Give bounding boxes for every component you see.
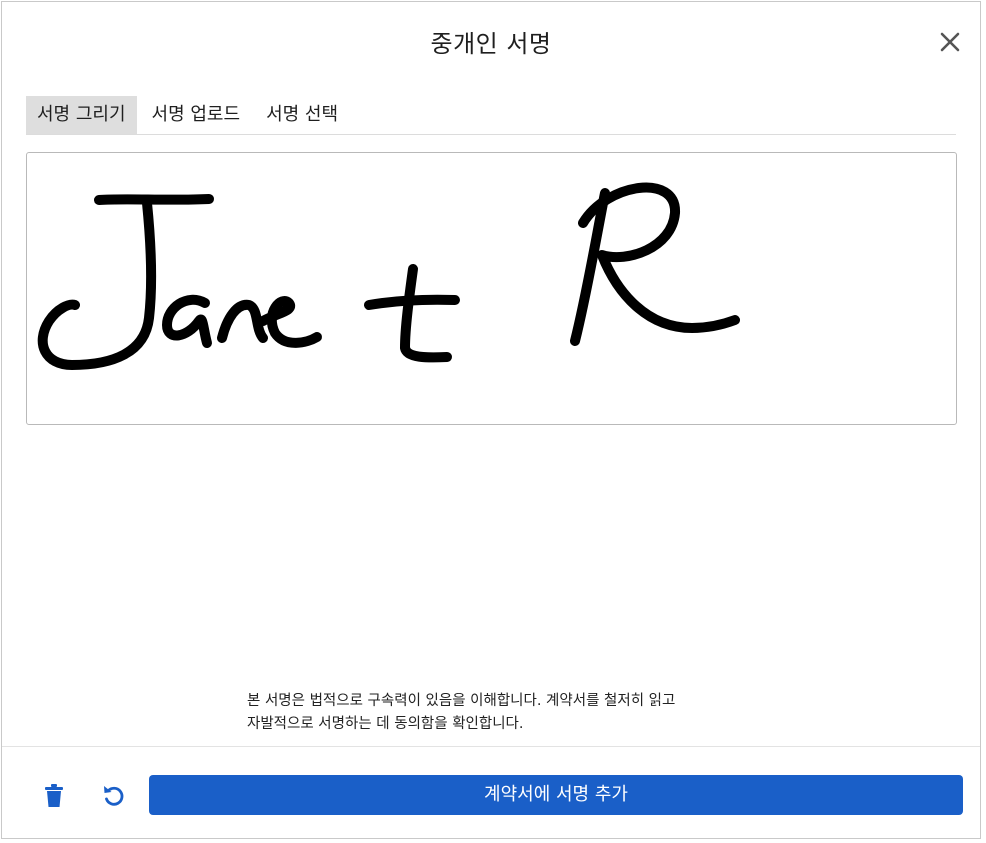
undo-icon	[104, 786, 124, 806]
tab-draw-signature[interactable]: 서명 그리기	[26, 96, 137, 134]
clear-signature-button[interactable]	[40, 782, 68, 810]
signature-canvas[interactable]	[26, 152, 957, 425]
trash-icon	[45, 784, 63, 807]
disclaimer-line-2: 자발적으로 서명하는 데 동의함을 확인합니다.	[247, 716, 524, 732]
signature-tabs: 서명 그리기 서명 업로드 서명 선택	[26, 96, 956, 135]
tab-upload-signature[interactable]: 서명 업로드	[141, 96, 252, 134]
signature-drawing	[37, 182, 740, 370]
close-button[interactable]	[936, 28, 964, 56]
undo-button[interactable]	[100, 782, 128, 810]
close-icon	[940, 32, 960, 52]
footer-divider	[2, 746, 980, 747]
legal-disclaimer: 본 서명은 법적으로 구속력이 있음을 이해합니다. 계약서를 철저히 읽고 자…	[247, 690, 767, 736]
tab-select-signature[interactable]: 서명 선택	[255, 96, 349, 134]
add-signature-button[interactable]: 계약서에 서명 추가	[149, 775, 963, 815]
dialog-title: 중개인 서명	[430, 30, 552, 58]
signature-dialog: 중개인 서명 서명 그리기 서명 업로드 서명 선택 본 서명은 법적으로 구속…	[1, 1, 981, 839]
disclaimer-line-1: 본 서명은 법적으로 구속력이 있음을 이해합니다. 계약서를 철저히 읽고	[247, 693, 676, 709]
